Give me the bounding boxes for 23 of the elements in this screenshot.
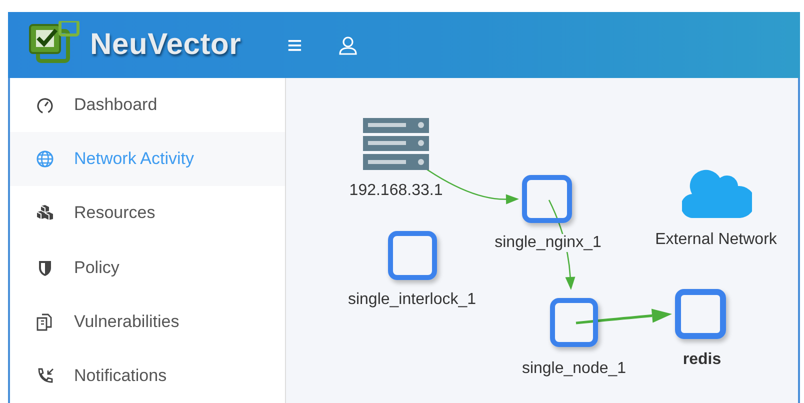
shield-icon — [36, 258, 54, 277]
container-node[interactable] — [388, 231, 437, 280]
documents-icon — [36, 312, 54, 331]
sidebar-item[interactable]: Notifications — [10, 348, 285, 403]
container-node[interactable] — [522, 175, 572, 223]
node-label: single_interlock_1 — [348, 291, 476, 309]
container-node[interactable] — [675, 289, 726, 339]
brand-name: NeuVector — [90, 28, 242, 62]
sidebar-item[interactable]: Policy — [10, 240, 285, 295]
globe-icon — [36, 150, 54, 168]
node-label: single_node_1 — [522, 360, 626, 378]
phone-icon — [36, 366, 54, 385]
cubes-icon — [36, 204, 54, 222]
node-label: single_nginx_1 — [494, 234, 602, 252]
user-icon[interactable] — [338, 35, 358, 55]
sidebar-item[interactable]: Resources — [10, 186, 285, 241]
sidebar-item[interactable]: Dashboard — [10, 78, 285, 132]
cloud-icon[interactable] — [682, 168, 752, 218]
gauge-icon — [36, 96, 54, 114]
menu-button[interactable]: ≡ — [283, 32, 306, 58]
server-icon[interactable] — [363, 118, 429, 170]
container-node[interactable] — [550, 298, 598, 347]
sidebar-item[interactable]: Vulnerabilities — [10, 294, 285, 349]
